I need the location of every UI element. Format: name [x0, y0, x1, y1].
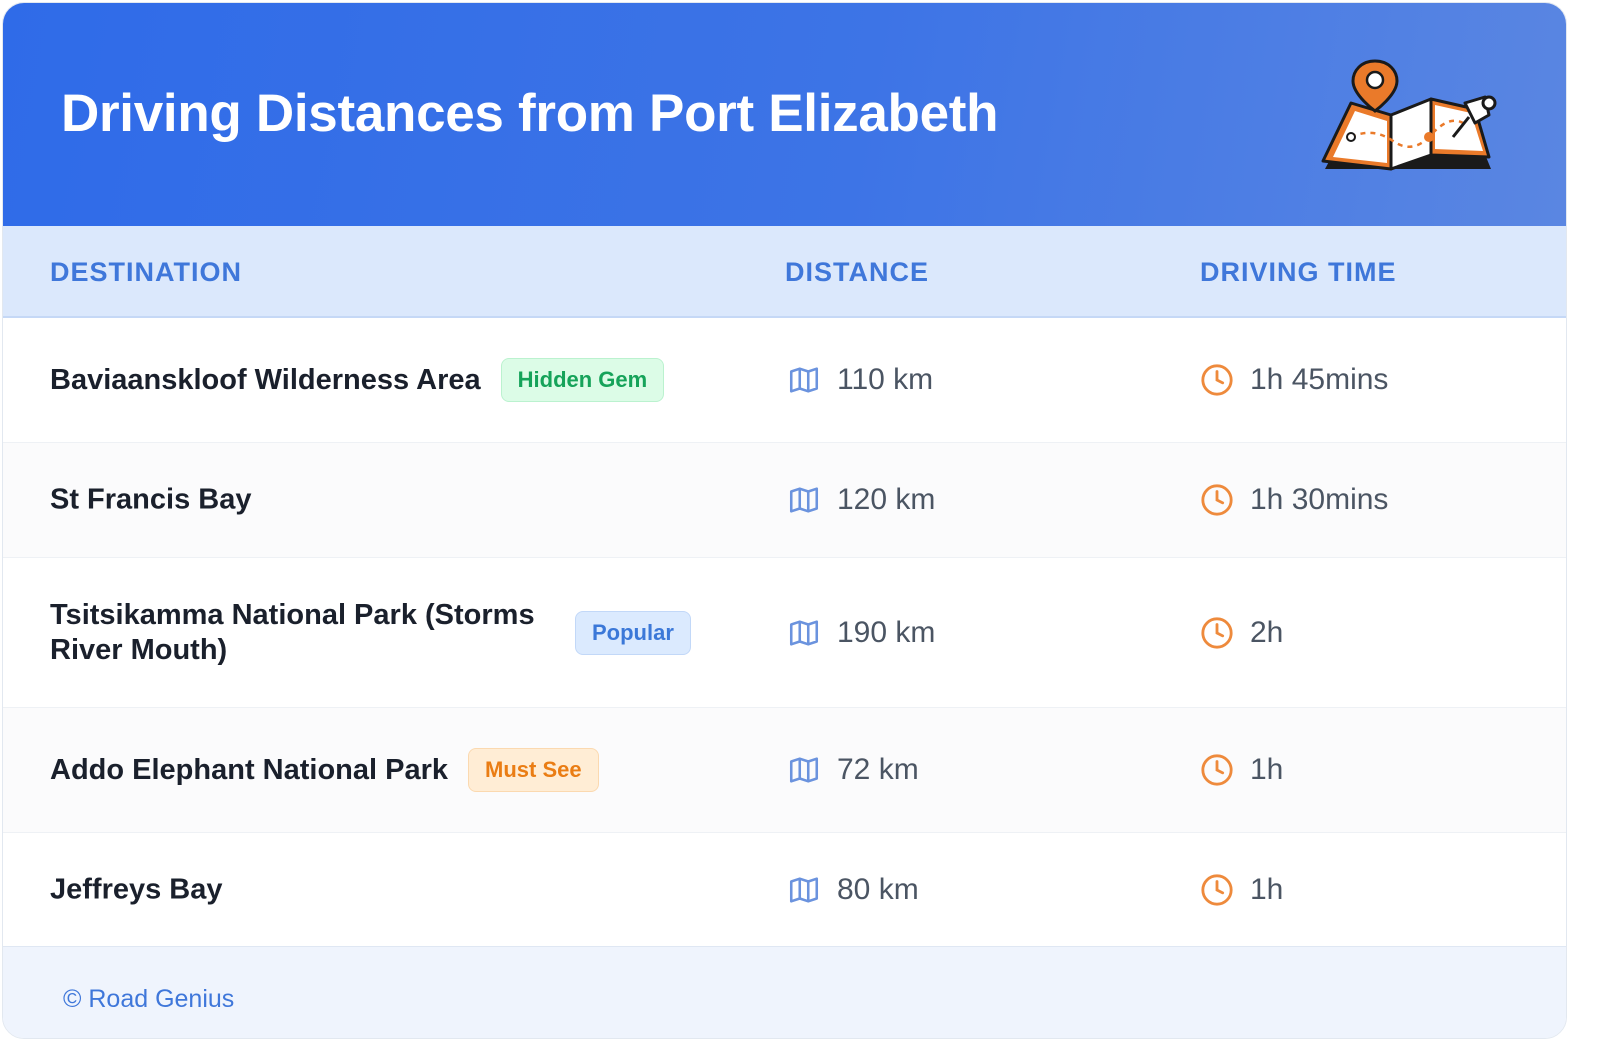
table-body: Baviaanskloof Wilderness Area Hidden Gem…: [3, 318, 1566, 946]
copyright-text: © Road Genius: [63, 985, 235, 1013]
clock-icon: [1201, 754, 1233, 786]
distance-value: 110 km: [837, 363, 934, 396]
popular-badge: Popular: [575, 610, 691, 655]
table-row: Addo Elephant National Park Must See 72 …: [3, 708, 1566, 833]
page-title: Driving Distances from Port Elizabeth: [61, 84, 999, 143]
map-icon: [789, 367, 819, 393]
distance-value: 72 km: [837, 753, 919, 786]
destination-name: Addo Elephant National Park: [50, 753, 448, 786]
distance-cell: 80 km: [787, 873, 919, 907]
distance-value: 190 km: [837, 615, 936, 649]
card-footer: © Road Genius: [3, 946, 1566, 1038]
column-header-distance: DISTANCE: [785, 257, 930, 287]
column-header-driving-time: DRIVING TIME: [1200, 257, 1397, 287]
driving-time-cell: 1h: [1200, 873, 1283, 907]
table-row: Jeffreys Bay 80 km 1h: [3, 833, 1566, 946]
destination-cell: Jeffreys Bay: [50, 872, 223, 907]
destination-name: Jeffreys Bay: [50, 873, 223, 905]
driving-time-value: 1h: [1250, 872, 1284, 906]
map-icon: [789, 876, 819, 903]
clock-icon: [1201, 873, 1233, 906]
table-row: Tsitsikamma National Park (Storms River …: [3, 558, 1566, 708]
driving-time-cell: 2h: [1200, 616, 1283, 650]
driving-time-value: 1h: [1250, 753, 1284, 786]
map-icon: [789, 487, 819, 513]
hidden-gem-badge: Hidden Gem: [500, 358, 665, 402]
distance-value: 120 km: [837, 483, 936, 516]
driving-time-value: 1h 45mins: [1250, 363, 1389, 396]
destination-cell: Baviaanskloof Wilderness Area Hidden Gem: [50, 358, 665, 402]
clock-icon: [1201, 484, 1233, 516]
clock-icon: [1201, 616, 1233, 649]
map-with-pins-icon: [1321, 59, 1497, 171]
table-row: St Francis Bay 120 km 1h 30mins: [3, 443, 1566, 558]
destination-name: Tsitsikamma National Park (Storms River …: [50, 598, 535, 666]
map-icon: [789, 757, 819, 783]
distance-cell: 110 km: [787, 363, 933, 397]
clock-icon: [1201, 364, 1233, 396]
destination-name: St Francis Bay: [50, 483, 252, 516]
driving-time-value: 1h 30mins: [1250, 483, 1389, 516]
must-see-badge: Must See: [468, 748, 599, 792]
distance-cell: 72 km: [787, 753, 919, 787]
map-icon: [789, 619, 819, 646]
distance-value: 80 km: [837, 872, 919, 906]
driving-time-cell: 1h 45mins: [1200, 363, 1388, 397]
destination-cell: St Francis Bay: [50, 483, 251, 518]
driving-time-cell: 1h: [1200, 753, 1283, 787]
destination-cell: Addo Elephant National Park Must See: [50, 748, 599, 792]
driving-time-cell: 1h 30mins: [1200, 483, 1388, 517]
distance-cell: 190 km: [787, 616, 935, 650]
distance-cell: 120 km: [787, 483, 935, 517]
driving-time-value: 2h: [1250, 615, 1284, 649]
distances-card: Driving Distances from Port Elizabeth DE…: [2, 2, 1567, 1039]
destination-cell: Tsitsikamma National Park (Storms River …: [50, 598, 691, 668]
card-header: Driving Distances from Port Elizabeth: [3, 3, 1566, 226]
table-row: Baviaanskloof Wilderness Area Hidden Gem…: [3, 318, 1566, 443]
column-header-destination: DESTINATION: [50, 257, 242, 287]
table-header: DESTINATION DISTANCE DRIVING TIME: [3, 226, 1566, 318]
destination-name: Baviaanskloof Wilderness Area: [50, 363, 481, 396]
